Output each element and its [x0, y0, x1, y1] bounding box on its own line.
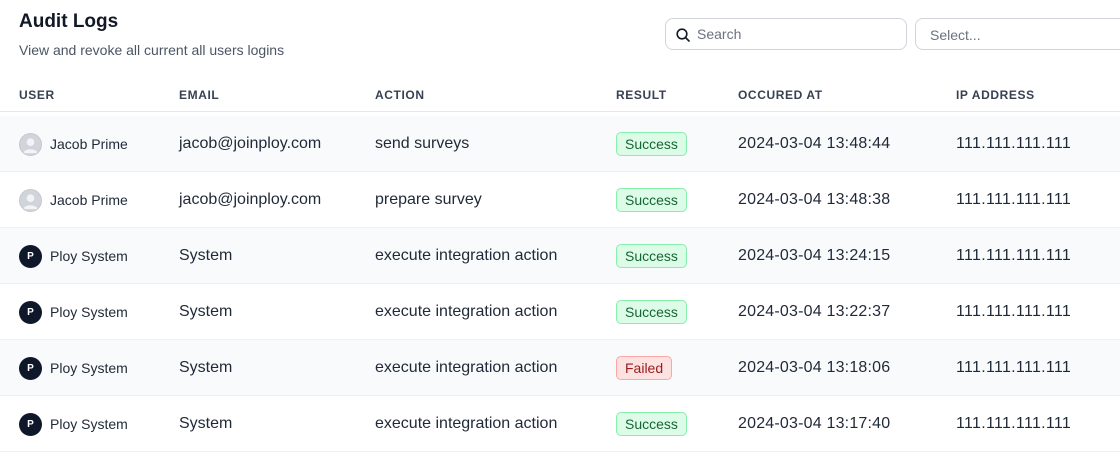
status-badge: Success — [616, 188, 687, 212]
table-row[interactable]: P Ploy System System execute integration… — [0, 284, 1120, 340]
table-row[interactable]: Jacob Prime jacob@joinploy.com send surv… — [0, 116, 1120, 172]
user-name: Ploy System — [50, 416, 128, 432]
email-cell: System — [179, 359, 233, 376]
search-input[interactable] — [697, 19, 897, 49]
user-cell: P Ploy System — [19, 340, 128, 396]
table-row[interactable]: P Ploy System System execute integration… — [0, 228, 1120, 284]
page-subtitle: View and revoke all current all users lo… — [19, 42, 285, 58]
action-cell: execute integration action — [375, 247, 558, 264]
user-cell: P Ploy System — [19, 284, 128, 340]
column-header-email[interactable]: EMAIL — [179, 88, 219, 102]
email-cell: System — [179, 415, 233, 432]
user-name: Ploy System — [50, 248, 128, 264]
email-cell: jacob@joinploy.com — [179, 135, 322, 152]
action-cell: execute integration action — [375, 303, 558, 320]
table-row[interactable]: P Ploy System System execute integration… — [0, 340, 1120, 396]
user-name: Ploy System — [50, 360, 128, 376]
result-cell: Success — [616, 116, 687, 172]
result-cell: Success — [616, 284, 687, 340]
status-badge: Failed — [616, 356, 673, 380]
user-avatar-icon — [19, 132, 42, 156]
ip-address-cell: 111.111.111.111 — [956, 247, 1072, 264]
user-cell: P Ploy System — [19, 228, 128, 284]
status-badge: Success — [616, 412, 687, 436]
column-header-occurred-at[interactable]: OCCURED AT — [738, 88, 823, 102]
system-avatar: P — [19, 244, 42, 268]
occurred-at-cell: 2024-03-04 13:24:15 — [738, 247, 891, 264]
status-badge: Success — [616, 244, 687, 268]
user-cell: Jacob Prime — [19, 172, 128, 228]
page-title: Audit Logs — [19, 11, 119, 32]
filter-select-placeholder: Select... — [930, 27, 981, 43]
table-row[interactable]: P Ploy System System execute integration… — [0, 396, 1120, 452]
occurred-at-cell: 2024-03-04 13:17:40 — [738, 415, 891, 432]
status-badge: Success — [616, 300, 687, 324]
table-row[interactable]: Jacob Prime jacob@joinploy.com prepare s… — [0, 172, 1120, 228]
user-cell: Jacob Prime — [19, 116, 128, 172]
occurred-at-cell: 2024-03-04 13:18:06 — [738, 359, 891, 376]
system-avatar: P — [19, 300, 42, 324]
status-badge: Success — [616, 132, 687, 156]
ip-address-cell: 111.111.111.111 — [956, 135, 1072, 152]
ip-address-cell: 111.111.111.111 — [956, 191, 1072, 208]
user-name: Jacob Prime — [50, 192, 128, 208]
system-avatar: P — [19, 356, 42, 380]
search-icon — [676, 28, 690, 42]
email-cell: jacob@joinploy.com — [179, 191, 322, 208]
column-header-ip-address[interactable]: IP ADDRESS — [956, 88, 1035, 102]
system-avatar: P — [19, 412, 42, 436]
audit-logs-page: Audit Logs View and revoke all current a… — [0, 0, 1120, 460]
user-avatar-icon — [19, 188, 42, 212]
occurred-at-cell: 2024-03-04 13:22:37 — [738, 303, 891, 320]
user-name: Ploy System — [50, 304, 128, 320]
occurred-at-cell: 2024-03-04 13:48:38 — [738, 191, 891, 208]
action-cell: prepare survey — [375, 191, 482, 208]
user-cell: P Ploy System — [19, 396, 128, 452]
column-header-action[interactable]: ACTION — [375, 88, 425, 102]
filter-select[interactable]: Select... — [915, 18, 1120, 50]
column-header-result[interactable]: RESULT — [616, 88, 667, 102]
ip-address-cell: 111.111.111.111 — [956, 415, 1072, 432]
ip-address-cell: 111.111.111.111 — [956, 359, 1072, 376]
result-cell: Success — [616, 396, 687, 452]
occurred-at-cell: 2024-03-04 13:48:44 — [738, 135, 891, 152]
action-cell: execute integration action — [375, 359, 558, 376]
ip-address-cell: 111.111.111.111 — [956, 303, 1072, 320]
table-header: USER EMAIL ACTION RESULT OCCURED AT IP A… — [0, 78, 1120, 112]
result-cell: Failed — [616, 340, 673, 396]
search-box[interactable] — [665, 18, 907, 50]
result-cell: Success — [616, 228, 687, 284]
email-cell: System — [179, 247, 233, 264]
email-cell: System — [179, 303, 233, 320]
column-header-user[interactable]: USER — [19, 88, 55, 102]
result-cell: Success — [616, 172, 687, 228]
action-cell: execute integration action — [375, 415, 558, 432]
action-cell: send surveys — [375, 135, 470, 152]
user-name: Jacob Prime — [50, 136, 128, 152]
